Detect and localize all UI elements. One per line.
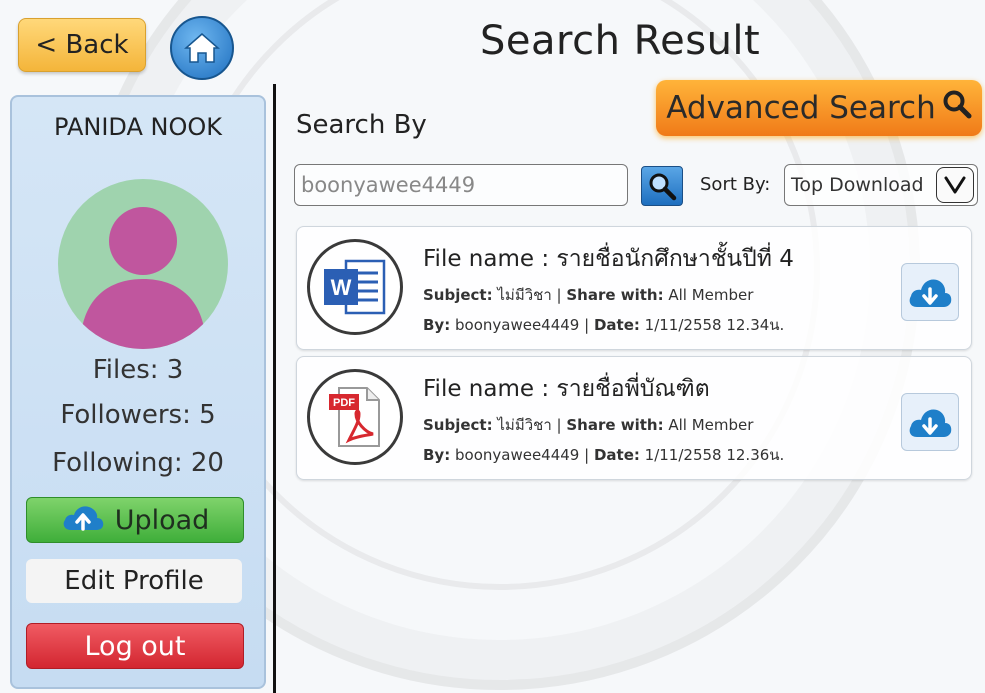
subject-value: ไม่มีวิชา xyxy=(497,286,552,304)
by-label: By: xyxy=(423,316,451,334)
upload-label: Upload xyxy=(114,504,210,536)
pdf-document-icon: PDF xyxy=(307,369,403,465)
by-label: By: xyxy=(423,446,451,464)
page-title: Search Result xyxy=(480,18,761,64)
subject-value: ไม่มีวิชา xyxy=(497,416,552,434)
file-author-line: By: boonyawee4449 | Date: 1/11/2558 12.3… xyxy=(423,446,785,464)
upload-button[interactable]: Upload xyxy=(26,497,244,543)
author-value: boonyawee4449 xyxy=(455,316,580,334)
file-subject-line: Subject: ไม่มีวิชา | Share with: All Mem… xyxy=(423,286,754,304)
search-button[interactable] xyxy=(641,166,683,206)
vertical-divider xyxy=(273,84,276,693)
date-label: Date: xyxy=(593,316,640,334)
logout-button[interactable]: Log out xyxy=(26,623,244,669)
file-name[interactable]: File name : รายชื่อนักศึกษาชั้นปีที่ 4 xyxy=(423,241,794,277)
avatar[interactable] xyxy=(58,179,228,349)
sort-value: Top Download xyxy=(791,174,924,196)
date-label: Date: xyxy=(593,446,640,464)
svg-text:PDF: PDF xyxy=(333,397,355,409)
share-label: Share with: xyxy=(566,286,664,304)
edit-profile-button[interactable]: Edit Profile xyxy=(26,559,242,603)
download-button[interactable] xyxy=(901,263,959,321)
user-name: PANIDA NOOK xyxy=(54,113,222,141)
user-silhouette-icon xyxy=(80,207,206,349)
word-document-icon: W xyxy=(307,239,403,335)
chevron-down-icon[interactable] xyxy=(936,167,974,203)
date-value: 1/11/2558 12.34น. xyxy=(644,316,785,334)
subject-label: Subject: xyxy=(423,286,493,304)
cloud-download-icon xyxy=(909,279,952,307)
cloud-upload-icon xyxy=(61,502,105,539)
file-name[interactable]: File name : รายชื่อพี่บัณฑิต xyxy=(423,371,710,407)
file-subject-line: Subject: ไม่มีวิชา | Share with: All Mem… xyxy=(423,416,754,434)
search-input[interactable]: boonyawee4449 xyxy=(294,164,628,206)
advanced-search-label: Advanced Search xyxy=(666,90,936,126)
search-icon xyxy=(649,173,677,201)
download-button[interactable] xyxy=(901,393,959,451)
svg-text:W: W xyxy=(331,275,352,300)
author-value: boonyawee4449 xyxy=(455,446,580,464)
share-label: Share with: xyxy=(566,416,664,434)
advanced-search-button[interactable]: Advanced Search xyxy=(656,80,982,136)
back-button[interactable]: < Back xyxy=(18,18,146,72)
following-count: Following: 20 xyxy=(52,448,224,478)
files-count: Files: 3 xyxy=(92,355,184,385)
search-by-heading: Search By xyxy=(296,110,427,140)
sort-label: Sort By: xyxy=(700,174,771,195)
result-card[interactable]: PDF File name : รายชื่อพี่บัณฑิต Subject… xyxy=(296,356,972,480)
share-value: All Member xyxy=(668,416,754,434)
profile-sidebar: PANIDA NOOK Files: 3 Followers: 5 Follow… xyxy=(10,95,266,689)
header: < Back Search Result xyxy=(0,0,985,90)
sort-select[interactable]: Top Download xyxy=(784,164,978,206)
subject-label: Subject: xyxy=(423,416,493,434)
file-author-line: By: boonyawee4449 | Date: 1/11/2558 12.3… xyxy=(423,316,785,334)
followers-count: Followers: 5 xyxy=(60,400,216,430)
home-icon[interactable] xyxy=(170,16,234,80)
date-value: 1/11/2558 12.36น. xyxy=(644,446,785,464)
result-card[interactable]: W File name : รายชื่อนักศึกษาชั้นปีที่ 4… xyxy=(296,226,972,350)
cloud-download-icon xyxy=(909,409,952,437)
search-icon xyxy=(942,89,972,127)
share-value: All Member xyxy=(668,286,754,304)
